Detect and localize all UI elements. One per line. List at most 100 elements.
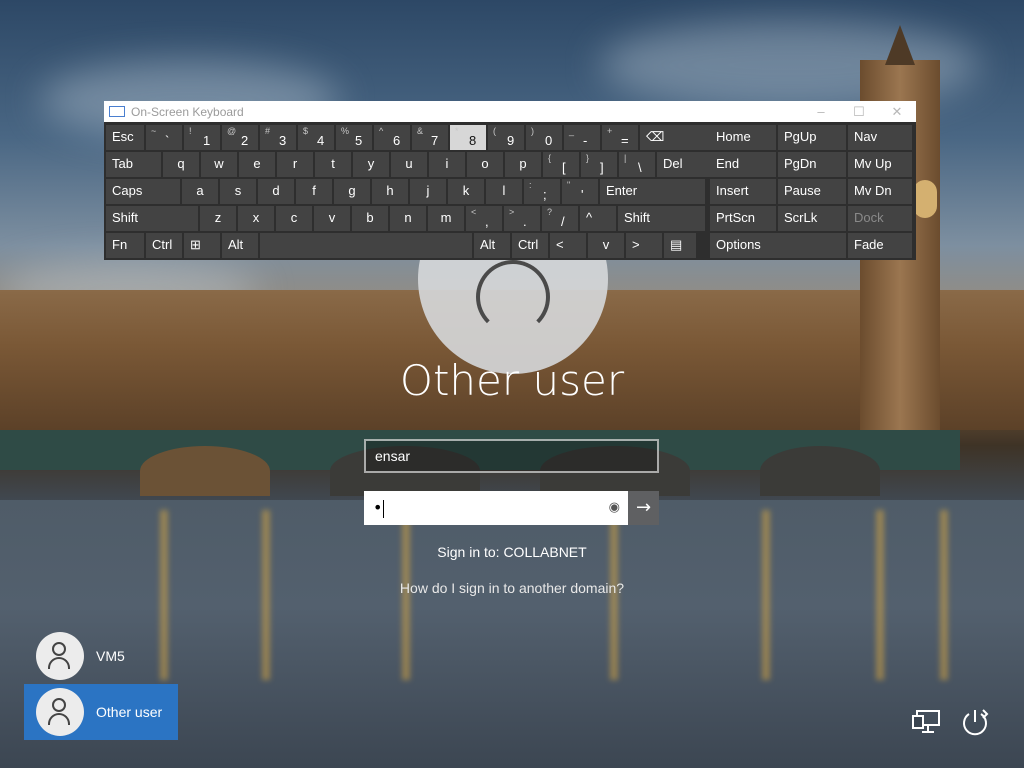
osk-key-e[interactable]: e bbox=[239, 152, 275, 177]
osk-key-x25a4[interactable]: ▤ bbox=[664, 233, 696, 258]
user-title: Other user bbox=[399, 356, 625, 405]
osk-key-pgup[interactable]: PgUp bbox=[778, 125, 846, 150]
osk-key-g[interactable]: g bbox=[334, 179, 370, 204]
osk-key-x5d[interactable]: }] bbox=[581, 152, 617, 177]
osk-key-q[interactable]: q bbox=[163, 152, 199, 177]
user-tile-vm5[interactable]: VM5 bbox=[24, 628, 178, 684]
osk-key-n[interactable]: n bbox=[390, 206, 426, 231]
osk-key-1[interactable]: ! 1 bbox=[184, 125, 220, 150]
osk-key-tab[interactable]: Tab bbox=[106, 152, 161, 177]
osk-key-v[interactable]: v bbox=[314, 206, 350, 231]
osk-key-4[interactable]: $4 bbox=[298, 125, 334, 150]
osk-key-m[interactable]: m bbox=[428, 206, 464, 231]
osk-key-x60[interactable]: ~ ` bbox=[146, 125, 182, 150]
osk-key-r[interactable]: r bbox=[277, 152, 313, 177]
osk-key-h[interactable]: h bbox=[372, 179, 408, 204]
osk-key-ctrl[interactable]: Ctrl bbox=[146, 233, 182, 258]
osk-key-v[interactable]: v bbox=[588, 233, 624, 258]
osk-key-y[interactable]: y bbox=[353, 152, 389, 177]
password-mask: • bbox=[373, 498, 383, 517]
osk-key-shift[interactable]: Shift bbox=[106, 206, 198, 231]
osk-key-enter[interactable]: Enter bbox=[600, 179, 705, 204]
on-screen-keyboard-window[interactable]: On-Screen Keyboard – ☐ ✕ Esc ~ `! 1 @2 #3 $4% 5… bbox=[104, 101, 916, 260]
osk-key-nav[interactable]: Nav bbox=[848, 125, 912, 150]
osk-key-x229e[interactable]: ⊞ bbox=[184, 233, 220, 258]
osk-key-o[interactable]: o bbox=[467, 152, 503, 177]
osk-key-mv-dn[interactable]: Mv Dn bbox=[848, 179, 912, 204]
osk-key-x5c[interactable]: | \ bbox=[619, 152, 655, 177]
maximize-button[interactable]: ☐ bbox=[840, 104, 878, 120]
osk-key-x2e[interactable]: >. bbox=[504, 206, 540, 231]
osk-key-s[interactable]: s bbox=[220, 179, 256, 204]
osk-key-fade[interactable]: Fade bbox=[848, 233, 912, 258]
osk-key-x3b[interactable]: :; bbox=[524, 179, 560, 204]
osk-key-c[interactable]: c bbox=[276, 206, 312, 231]
osk-key-x27[interactable]: " ' bbox=[562, 179, 598, 204]
power-icon[interactable] bbox=[959, 707, 991, 737]
osk-key-i[interactable]: i bbox=[429, 152, 465, 177]
osk-key-x5e[interactable]: ^ bbox=[580, 206, 616, 231]
osk-key-dock[interactable]: Dock bbox=[848, 206, 912, 231]
osk-key-prtscn[interactable]: PrtScn bbox=[710, 206, 776, 231]
osk-key-f[interactable]: f bbox=[296, 179, 332, 204]
osk-key-x2c[interactable]: <, bbox=[466, 206, 502, 231]
osk-key-end[interactable]: End bbox=[710, 152, 776, 177]
osk-key-alt[interactable]: Alt bbox=[474, 233, 510, 258]
osk-key-l[interactable]: l bbox=[486, 179, 522, 204]
osk-key-t[interactable]: t bbox=[315, 152, 351, 177]
osk-key-home[interactable]: Home bbox=[710, 125, 776, 150]
osk-key-d[interactable]: d bbox=[258, 179, 294, 204]
osk-key-insert[interactable]: Insert bbox=[710, 179, 776, 204]
osk-key-pgdn[interactable]: PgDn bbox=[778, 152, 846, 177]
osk-key-mv-up[interactable]: Mv Up bbox=[848, 152, 912, 177]
osk-key-w[interactable]: w bbox=[201, 152, 237, 177]
osk-key-7[interactable]: & 7 bbox=[412, 125, 448, 150]
user-avatar-icon bbox=[36, 632, 84, 680]
user-tile-other-user[interactable]: Other user bbox=[24, 684, 178, 740]
password-field[interactable]: • ◉ bbox=[364, 491, 628, 525]
osk-key-x3d[interactable]: + = bbox=[602, 125, 638, 150]
osk-key-u[interactable]: u bbox=[391, 152, 427, 177]
eye-icon[interactable]: ◉ bbox=[609, 491, 620, 525]
osk-key-a[interactable]: a bbox=[182, 179, 218, 204]
osk-key-x3e[interactable]: > bbox=[626, 233, 662, 258]
osk-key-b[interactable]: b bbox=[352, 206, 388, 231]
osk-key-x5b[interactable]: {[ bbox=[543, 152, 579, 177]
osk-key-j[interactable]: j bbox=[410, 179, 446, 204]
osk-key-z[interactable]: z bbox=[200, 206, 236, 231]
osk-key-2[interactable]: @2 bbox=[222, 125, 258, 150]
osk-key-caps[interactable]: Caps bbox=[106, 179, 180, 204]
osk-key-0[interactable]: ) 0 bbox=[526, 125, 562, 150]
minimize-button[interactable]: – bbox=[802, 104, 840, 119]
osk-titlebar[interactable]: On-Screen Keyboard – ☐ ✕ bbox=[104, 101, 916, 122]
osk-key-scrlk[interactable]: ScrLk bbox=[778, 206, 846, 231]
osk-key-x232b[interactable]: ⌫ bbox=[640, 125, 715, 150]
osk-key-8[interactable]: * 8 bbox=[450, 125, 486, 150]
osk-key-alt[interactable]: Alt bbox=[222, 233, 258, 258]
osk-key-ctrl[interactable]: Ctrl bbox=[512, 233, 548, 258]
osk-key-5[interactable]: % 5 bbox=[336, 125, 372, 150]
osk-key-del[interactable]: Del bbox=[657, 152, 713, 177]
osk-key-fn[interactable]: Fn bbox=[106, 233, 144, 258]
osk-key-x2f[interactable]: ? / bbox=[542, 206, 578, 231]
osk-key-k[interactable]: k bbox=[448, 179, 484, 204]
osk-key-3[interactable]: #3 bbox=[260, 125, 296, 150]
osk-key-p[interactable]: p bbox=[505, 152, 541, 177]
osk-key-space[interactable] bbox=[260, 233, 472, 258]
user-tile-label: Other user bbox=[96, 704, 163, 720]
keyboard-icon bbox=[109, 106, 125, 117]
osk-key-esc[interactable]: Esc bbox=[106, 125, 144, 150]
domain-help-link[interactable]: How do I sign in to another domain? bbox=[0, 580, 1024, 596]
osk-key-pause[interactable]: Pause bbox=[778, 179, 846, 204]
osk-key-x3c[interactable]: < bbox=[550, 233, 586, 258]
osk-key-6[interactable]: ^ 6 bbox=[374, 125, 410, 150]
osk-key-options[interactable]: Options bbox=[710, 233, 846, 258]
network-icon[interactable] bbox=[911, 707, 943, 737]
osk-key-shift[interactable]: Shift bbox=[618, 206, 705, 231]
osk-key-x2d[interactable]: _ - bbox=[564, 125, 600, 150]
arrow-right-icon[interactable]: → bbox=[628, 491, 659, 525]
username-field[interactable]: ensar bbox=[364, 439, 659, 473]
osk-key-9[interactable]: (9 bbox=[488, 125, 524, 150]
osk-key-x[interactable]: x bbox=[238, 206, 274, 231]
close-button[interactable]: ✕ bbox=[878, 104, 916, 120]
